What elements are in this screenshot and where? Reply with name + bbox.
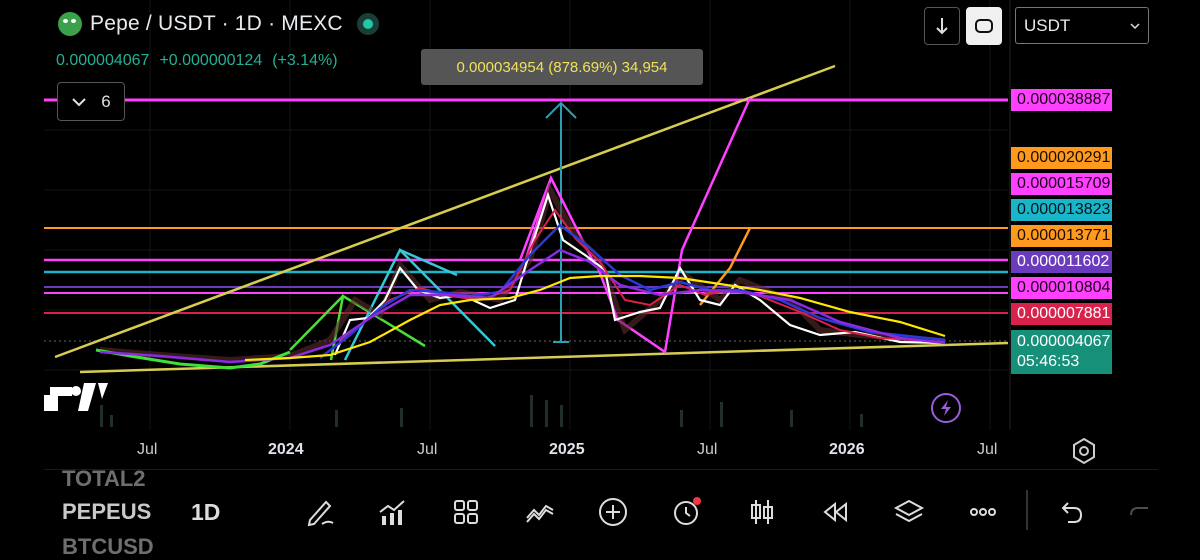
replay-icon [823, 501, 847, 523]
change-pct: (+3.14%) [272, 52, 338, 69]
price-label: 0.000020291 [1011, 147, 1112, 169]
download-button[interactable] [924, 7, 960, 45]
redo-icon [1130, 507, 1148, 516]
bar-countdown: 05:46:53 [1017, 353, 1080, 370]
price-label: 0.000013823 [1011, 199, 1112, 221]
arrow-down-icon [936, 18, 948, 35]
price-label: 0.000015709 [1011, 173, 1112, 195]
price-label: 0.000038887 [1011, 89, 1112, 111]
tradingview-logo-icon [44, 383, 108, 411]
chevron-down-icon [1130, 22, 1140, 29]
layers-icon [893, 499, 925, 523]
x-tick: 2025 [549, 441, 585, 458]
alert-icon [674, 497, 701, 525]
replay-button[interactable] [817, 494, 853, 530]
chevron-down-icon [72, 97, 86, 106]
fullscreen-button[interactable] [966, 7, 1002, 45]
compare-icon [526, 504, 554, 523]
pepe-logo-icon [58, 12, 82, 36]
x-tick: Jul [977, 441, 998, 458]
indicators-icon [379, 500, 405, 525]
x-tick: Jul [137, 441, 158, 458]
indicators-toggle-button[interactable]: 6 [57, 82, 125, 121]
last-price: 0.000004067 [56, 52, 150, 69]
interval-button[interactable]: 1D [191, 499, 220, 526]
lightning-icon[interactable] [931, 393, 961, 423]
x-tick: 2026 [829, 441, 865, 458]
x-tick: Jul [697, 441, 718, 458]
price-label: 0.000007881 [1011, 303, 1112, 325]
indicators-button[interactable] [374, 494, 410, 530]
layers-button[interactable] [891, 494, 927, 530]
measure-arrow [545, 101, 577, 343]
x-tick: Jul [417, 441, 438, 458]
redo-button[interactable] [1124, 494, 1160, 530]
more-button[interactable] [965, 494, 1001, 530]
templates-button[interactable] [448, 494, 484, 530]
price-label: 0.000013771 [1011, 225, 1112, 247]
price-summary: 0.000004067 +0.000000124 (+3.14%) [56, 52, 338, 70]
change-abs: +0.000000124 [159, 52, 263, 69]
templates-icon [454, 500, 478, 524]
price-label: 0.000010804 [1011, 277, 1112, 299]
x-tick: 2024 [268, 441, 304, 458]
undo-button[interactable] [1052, 494, 1088, 530]
symbol-header[interactable]: Pepe / USDT · 1D · MEXC [58, 12, 379, 36]
more-icon [970, 508, 996, 516]
measure-label: 0.000034954 (878.69%) 34,954 [421, 49, 703, 85]
undo-icon [1061, 502, 1083, 523]
market-open-icon [356, 13, 379, 35]
chart-type-button[interactable] [744, 494, 780, 530]
fullscreen-icon [975, 19, 993, 33]
horizontal-levels[interactable] [44, 98, 1008, 342]
drawing-tools-button[interactable] [302, 494, 338, 530]
chart-settings-icon[interactable] [1069, 436, 1099, 466]
watchlist-symbol[interactable]: BTCUSD [62, 534, 154, 560]
volume-bars [100, 395, 863, 427]
watchlist-symbol[interactable]: PEPEUS [62, 499, 151, 525]
current-price-label: 0.000004067 05:46:53 [1011, 330, 1112, 374]
compare-button[interactable] [522, 494, 558, 530]
current-price: 0.000004067 [1017, 333, 1111, 350]
symbol-title[interactable]: Pepe / USDT · 1D · MEXC [90, 12, 343, 36]
drawing-pen-icon [307, 500, 334, 527]
alert-button[interactable] [668, 494, 704, 530]
toolbar-divider [1026, 490, 1028, 530]
add-button[interactable] [595, 494, 631, 530]
quote-currency-value: USDT [1024, 15, 1071, 35]
add-icon [599, 498, 627, 526]
watchlist-symbol[interactable]: TOTAL2 [62, 466, 146, 492]
quote-currency-select[interactable]: USDT [1015, 7, 1149, 44]
price-label: 0.000011602 [1011, 251, 1112, 273]
chart-type-icon [751, 500, 773, 524]
indicator-count: 6 [101, 91, 111, 111]
